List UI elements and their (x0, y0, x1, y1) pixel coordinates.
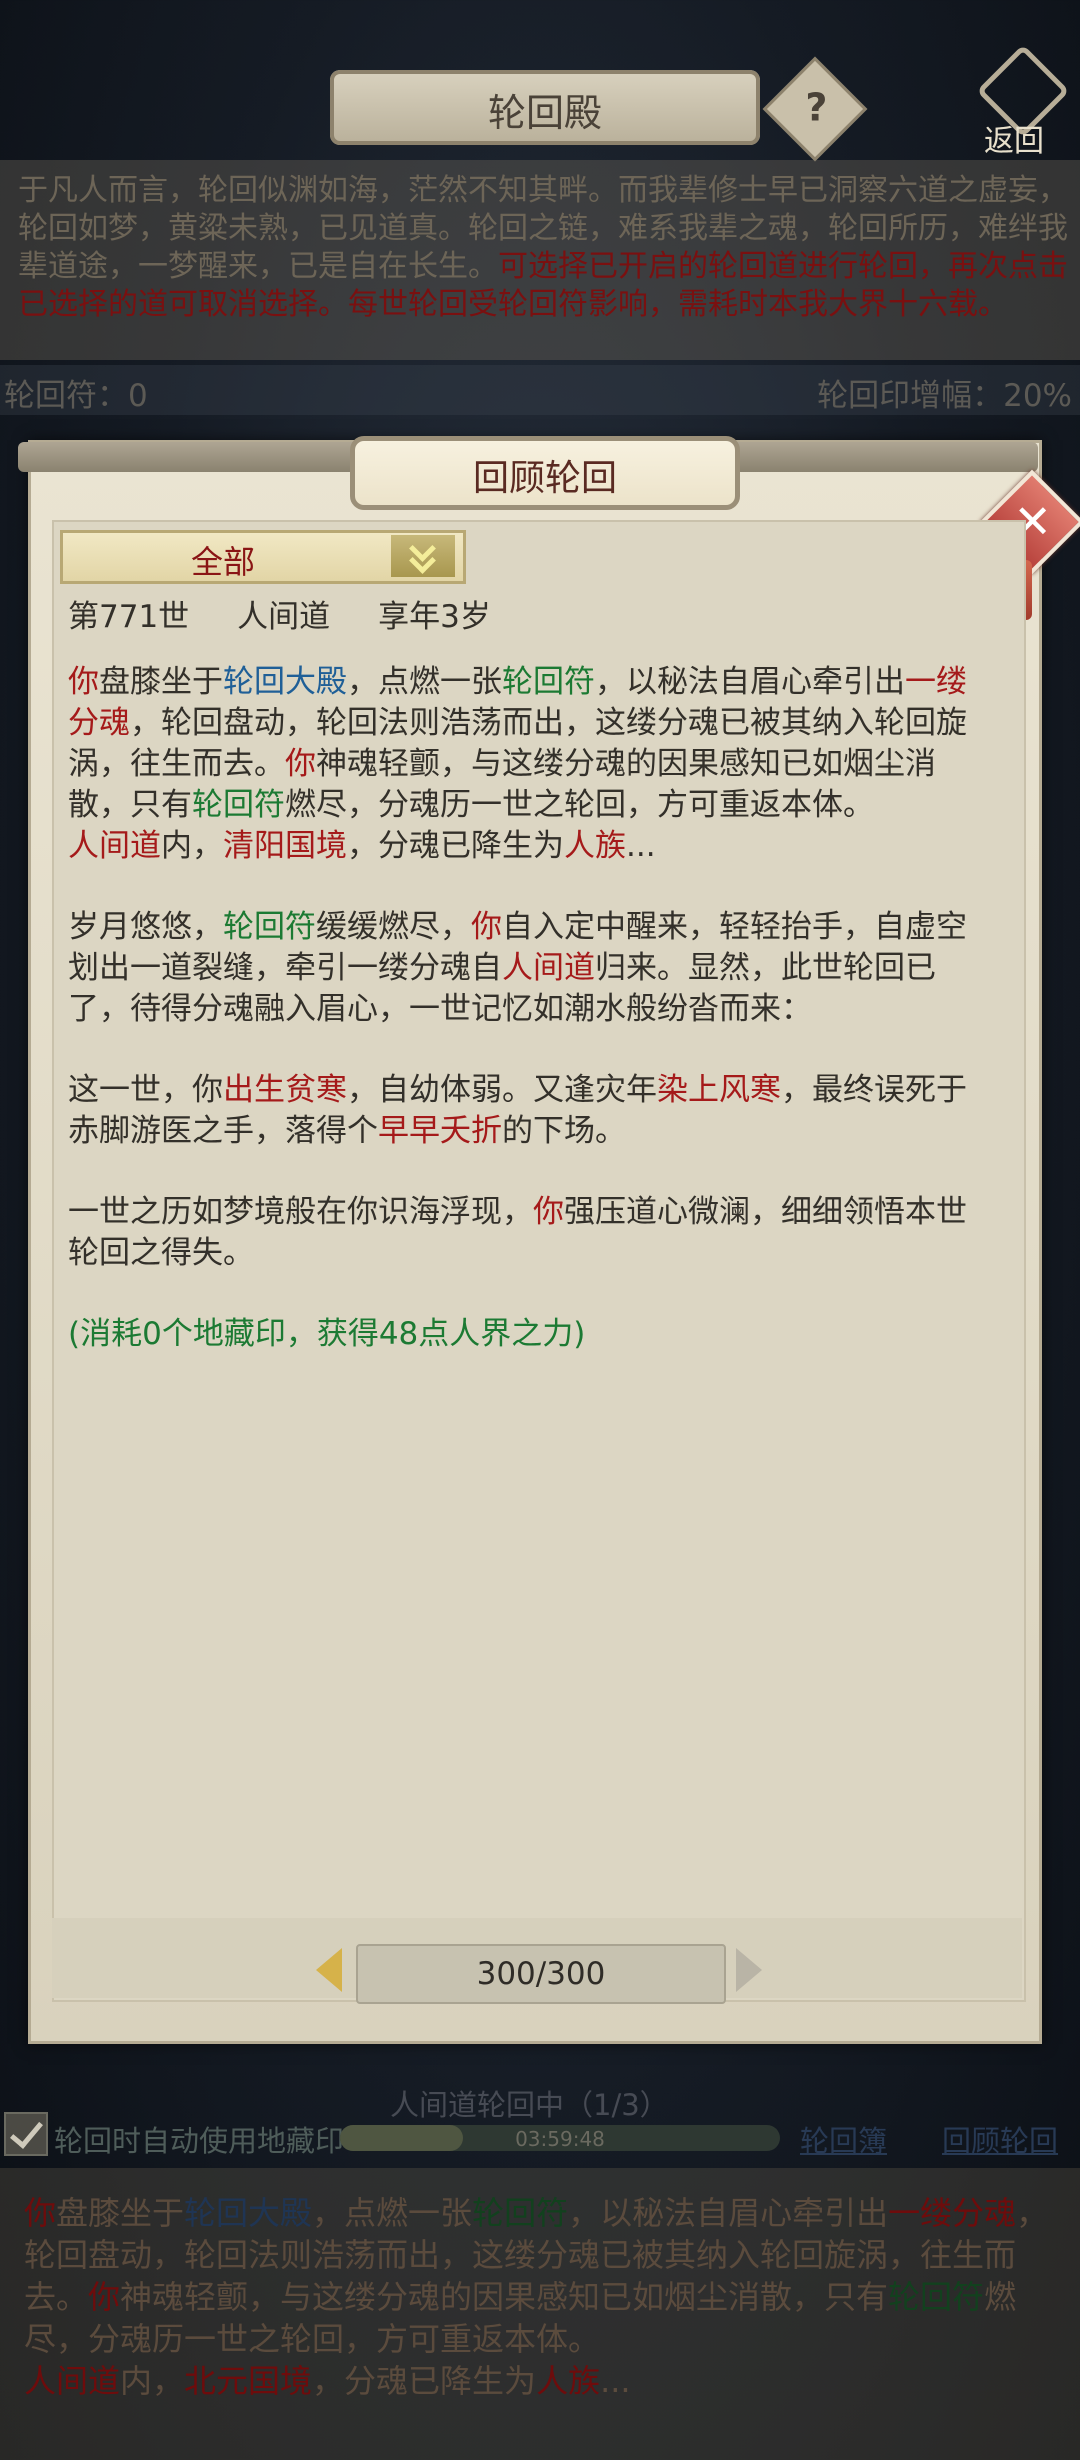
text-segment: 你 (533, 1194, 564, 1230)
text-segment: ，分魂已降生为 (347, 828, 564, 864)
text-segment: 人族 (564, 828, 626, 864)
fu-count: 轮回符：0 (4, 378, 148, 414)
text-segment: 你 (88, 2278, 121, 2316)
text-segment: 内， (161, 828, 223, 864)
description-text: 于凡人而言，轮回似渊如海，茫然不知其畔。而我辈修士早已洞察六道之虚妄，轮回如梦，… (18, 172, 1068, 324)
text-segment: 轮回符 (888, 2278, 985, 2316)
auto-use-label: 轮回时自动使用地藏印 (54, 2124, 345, 2158)
text-segment: 轮回符 (192, 787, 285, 823)
record-paragraph: 岁月悠悠，轮回符缓缓燃尽，你自入定中醒来，轻轻抬手，自虚空划出一道裂缝，牵引一缕… (68, 907, 988, 1030)
record-age: 享年3岁 (378, 599, 491, 635)
story-paragraph: 你盘膝坐于轮回大殿，点燃一张轮回符，以秘法自眉心牵引出一缕分魂，轮回盘动，轮回法… (24, 2192, 1064, 2360)
record-life: 第771世 (68, 599, 190, 635)
text-segment: (消耗0个地藏印，获得48点人界之力) (68, 1316, 586, 1352)
screen-title-bar: 轮回殿 (330, 70, 760, 145)
text-segment: ，点燃一张 (312, 2194, 473, 2232)
review-ring-link[interactable]: 回顾轮回 (942, 2118, 1058, 2160)
text-segment: ，分魂已降生为 (312, 2362, 537, 2400)
record-content: 第771世 人间道 享年3岁 你盘膝坐于轮回大殿，点燃一张轮回符，以秘法自眉心牵引出… (68, 585, 988, 1355)
story-paragraph: 人间道内，北元国境，分魂已降生为人族... (24, 2360, 1064, 2402)
record-paragraph: 人间道内，清阳国境，分魂已降生为人族... (68, 826, 988, 867)
text-segment: 北元国境 (184, 2362, 313, 2400)
ring-status: 人间道轮回中（1/3） (390, 2088, 669, 2122)
page-indicator: 300/300 (356, 1944, 726, 2004)
text-segment: 你 (285, 746, 316, 782)
ring-progress-bar: 03:59:48 (340, 2125, 780, 2151)
dialog-title-plate: 回顾轮回 (350, 436, 740, 510)
story-text: 你盘膝坐于轮回大殿，点燃一张轮回符，以秘法自眉心牵引出一缕分魂，轮回盘动，轮回法… (24, 2192, 1064, 2402)
help-button[interactable]: ? (762, 56, 868, 162)
ring-book-link[interactable]: 轮回簿 (800, 2118, 887, 2160)
text-segment: 轮回符 (223, 909, 316, 945)
prev-page-icon[interactable] (316, 1948, 342, 1992)
page-indicator-text: 300/300 (476, 1956, 606, 1992)
text-segment: ... (600, 2362, 631, 2400)
text-segment: ，自幼体弱。又逢灾年 (347, 1072, 657, 1108)
record-paragraph: (消耗0个地藏印，获得48点人界之力) (68, 1314, 988, 1355)
text-segment: 盘膝坐于 (56, 2194, 185, 2232)
text-segment: 一缕分魂 (888, 2194, 1017, 2232)
text-segment: 盘膝坐于 (99, 664, 223, 700)
text-segment: 清阳国境 (223, 828, 347, 864)
text-segment: 人族 (536, 2362, 601, 2400)
record-paragraph: 一世之历如梦境般在你识海浮现，你强压道心微澜，细细领悟本世轮回之得失。 (68, 1192, 988, 1274)
text-segment: ，点燃一张 (347, 664, 502, 700)
ring-progress-time: 03:59:48 (515, 2127, 605, 2151)
text-segment: 人间道 (68, 828, 161, 864)
text-segment: 你 (24, 2194, 57, 2232)
filter-label: 全部 (190, 543, 255, 581)
auto-use-checkbox[interactable] (4, 2112, 48, 2156)
text-segment: ... (626, 828, 656, 864)
text-segment: 你 (471, 909, 502, 945)
text-segment: 人间道 (24, 2362, 121, 2400)
text-segment: 轮回大殿 (223, 664, 347, 700)
text-segment: 轮回符 (472, 2194, 569, 2232)
back-button[interactable]: 返回 (968, 40, 1070, 159)
text-segment: 出生贫寒 (223, 1072, 347, 1108)
text-segment: 人间道 (502, 950, 595, 986)
text-segment: 燃尽，分魂历一世之轮回，方可重返本体。 (285, 787, 874, 823)
record-paragraphs: 你盘膝坐于轮回大殿，点燃一张轮回符，以秘法自眉心牵引出一缕分魂，轮回盘动，轮回法… (68, 662, 988, 1355)
record-paragraph: 你盘膝坐于轮回大殿，点燃一张轮回符，以秘法自眉心牵引出一缕分魂，轮回盘动，轮回法… (68, 662, 988, 826)
next-page-icon[interactable] (736, 1948, 762, 1992)
screen-title: 轮回殿 (487, 91, 602, 135)
seal-rate: 轮回印增幅：20% (817, 378, 1072, 414)
back-label: 返回 (984, 124, 1044, 159)
record-paragraph: 这一世，你出生贫寒，自幼体弱。又逢灾年染上风寒，最终误死于赤脚游医之手，落得个早… (68, 1070, 988, 1152)
text-segment: 早早夭折 (378, 1113, 502, 1149)
text-segment: ，以秘法自眉心牵引出 (568, 2194, 889, 2232)
question-mark-icon: ? (805, 85, 828, 130)
text-segment: 神魂轻颤，与这缕分魂的因果感知已如烟尘消散，只有 (120, 2278, 889, 2316)
text-segment: 的下场。 (502, 1113, 626, 1149)
dialog-title: 回顾轮回 (472, 458, 617, 499)
filter-dropdown[interactable]: 全部 (60, 530, 466, 584)
text-segment: 染上风寒 (657, 1072, 781, 1108)
text-segment: 你 (68, 664, 99, 700)
text-segment: 这一世，你 (68, 1072, 223, 1108)
text-segment: 轮回大殿 (184, 2194, 313, 2232)
chevron-down-icon (391, 535, 455, 577)
record-realm: 人间道 (237, 599, 331, 635)
text-segment: 内， (120, 2362, 185, 2400)
text-segment: 轮回符 (502, 664, 595, 700)
text-segment: 岁月悠悠， (68, 909, 223, 945)
text-segment: 缓缓燃尽， (316, 909, 471, 945)
text-segment: ，以秘法自眉心牵引出 (595, 664, 905, 700)
text-segment: 一世之历如梦境般在你识海浮现， (68, 1194, 533, 1230)
record-header: 第771世 人间道 享年3岁 (68, 591, 988, 636)
